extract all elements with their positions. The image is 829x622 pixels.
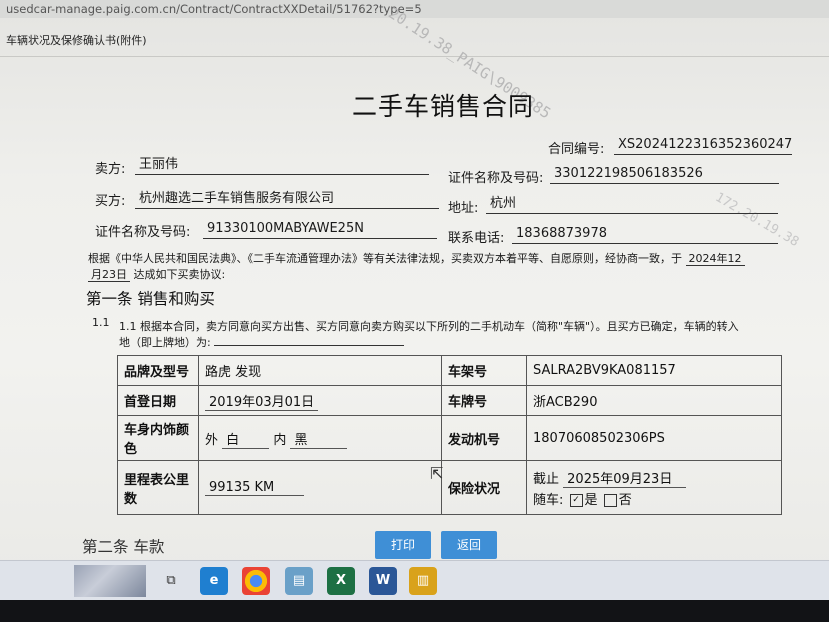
print-button[interactable]: 打印 [375,531,431,559]
engine-value: 18070608502306PS [526,415,782,461]
buyer-phone: 18368873978 [512,226,778,244]
buyer-name: 杭州趣选二手车销售服务有限公司 [135,191,439,209]
intro-text-line2: 月23日 达成如下买卖协议: [88,266,225,282]
intro-date-day: 月23日 [88,268,130,282]
phone-label: 联系电话: [448,231,505,246]
taskbar: ⧉ e ▤ X W ▥ [0,560,829,600]
color-out-value: 白 [222,432,270,449]
seller-id: 330122198506183526 [550,166,779,184]
vin-value: SALRA2BV9KA081157 [526,355,782,386]
plate-value: 浙ACB290 [526,385,782,416]
insurance-until-label: 截止 [533,471,560,487]
edge-icon[interactable]: e [200,567,228,595]
contract-number-label: 合同编号: [548,142,605,157]
monitor-bezel [0,600,829,622]
color-in-label: 内 [273,432,287,448]
clause-1-text-line2: 地（即上牌地）为: [119,334,405,350]
color-in-value: 黑 [290,432,348,449]
page-header: 车辆状况及保修确认书(附件) [6,34,147,47]
no-label: 否 [618,492,632,508]
mileage-value: 99135 KM [205,480,305,496]
table-row: 品牌及型号 路虎 发现 车架号 SALRA2BV9KA081157 [117,355,782,386]
table-row: 车身内饰颜色 外 白 内 黑 发动机号 18070608502306PS [117,415,782,461]
vin-label: 车架号 [441,355,527,386]
vehicle-table: 品牌及型号 路虎 发现 车架号 SALRA2BV9KA081157 首登日期 2… [117,355,782,515]
clause-2-heading: 第二条 车款 [82,538,165,556]
address-bar[interactable]: usedcar-manage.paig.com.cn/Contract/Cont… [0,0,829,18]
color-out-label: 外 [205,432,219,448]
insurance-label: 保险状况 [441,460,527,515]
first-reg-label: 首登日期 [117,385,199,416]
table-row: 首登日期 2019年03月01日 车牌号 浙ACB290 [117,385,782,416]
buyer-label: 买方: [95,194,126,209]
first-reg-cell: 2019年03月01日 [198,385,442,416]
clause-1-heading: 第一条 销售和购买 [86,290,215,308]
back-button[interactable]: 返回 [441,531,497,559]
no-checkbox[interactable] [603,493,617,507]
clause-1-number: 1.1 [92,316,110,329]
buyer-id-label: 证件名称及号码: [95,225,191,240]
seller-name: 王丽伟 [135,157,429,175]
contract-title: 二手车销售合同 [352,92,535,121]
word-icon[interactable]: W [369,567,397,595]
brand-value: 路虎 发现 [198,355,442,386]
yes-checkbox[interactable]: ✓ [569,493,583,507]
insurance-until-value: 2025年09月23日 [563,471,687,488]
brand-label: 品牌及型号 [117,355,199,386]
intro-text: 根据《中华人民共和国民法典》、《二手车流通管理办法》等有关法律法规，买卖双方本着… [88,250,745,266]
color-cell: 外 白 内 黑 [198,415,442,461]
clause-1-text: 1.1 根据本合同，卖方同意向买方出售、买方同意向卖方购买以下所列的二手机动车（… [119,320,739,333]
mileage-label: 里程表公里数 [117,460,199,515]
excel-icon[interactable]: X [327,567,355,595]
intro-date-year: 2024年12 [685,252,745,266]
insurance-cell: 截止 2025年09月23日 随车: ✓ 是 否 [526,460,782,515]
mouse-cursor-icon: ⇱ [430,464,444,483]
chrome-icon[interactable] [242,567,270,595]
mileage-cell: 99135 KM [198,460,442,515]
task-view-icon[interactable]: ⧉ [157,567,185,595]
seller-id-label: 证件名称及号码: [448,171,544,186]
table-row: 里程表公里数 99135 KM 保险状况 截止 2025年09月23日 随车: … [117,460,782,515]
plate-location-field [214,345,405,346]
notepad-icon[interactable]: ▤ [285,567,313,595]
file-manager-icon[interactable]: ▥ [409,567,437,595]
address-label: 地址: [448,201,479,216]
buyer-address: 杭州 [486,196,778,214]
plate-label: 车牌号 [441,385,527,416]
header-divider [0,56,829,57]
buyer-id: 91330100MABYAWE25N [203,221,437,239]
color-label: 车身内饰颜色 [117,415,199,461]
yes-label: 是 [584,492,598,508]
with-car-label: 随车: [533,492,564,508]
wallpaper-thumbnail [74,565,146,597]
contract-number: XS2024122316352360247 [614,137,793,155]
first-reg-value: 2019年03月01日 [205,395,319,411]
engine-label: 发动机号 [441,415,527,461]
screen: usedcar-manage.paig.com.cn/Contract/Cont… [0,0,829,600]
seller-label: 卖方: [95,162,126,177]
